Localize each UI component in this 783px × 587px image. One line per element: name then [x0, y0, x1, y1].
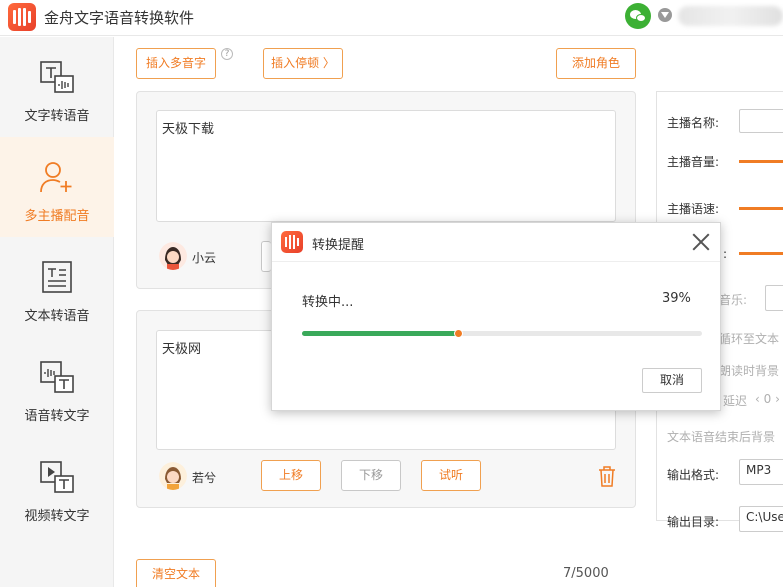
- sidebar-item-label: 语音转文字: [24, 409, 90, 424]
- app-logo-icon: [8, 3, 36, 31]
- char-counter: 7/5000: [563, 566, 609, 581]
- pitch-slider[interactable]: [739, 252, 783, 255]
- sidebar-item-video-to-text[interactable]: 视频转文字: [0, 437, 114, 537]
- cancel-button[interactable]: 取消: [642, 368, 702, 393]
- dialog-header: 转换提醒: [272, 223, 720, 262]
- anchor-speed-label: 主播语速:: [667, 202, 720, 216]
- insert-polyphone-button[interactable]: 插入多音字: [136, 48, 216, 79]
- sidebar-item-document-to-speech[interactable]: 文本转语音: [0, 237, 114, 337]
- bg-music-label: 音乐:: [719, 293, 748, 307]
- add-user-icon: [40, 162, 72, 193]
- close-icon[interactable]: [690, 231, 712, 253]
- anchor-name-input[interactable]: [739, 109, 783, 133]
- move-up-button[interactable]: 上移: [261, 460, 321, 491]
- sidebar-item-label: 文字转语音: [24, 109, 90, 124]
- progress-bar: [302, 329, 702, 338]
- help-icon[interactable]: ?: [221, 48, 233, 60]
- trash-icon[interactable]: [597, 465, 617, 487]
- conversion-dialog: 转换提醒 转换中... 39% 取消: [271, 222, 721, 411]
- vip-icon[interactable]: [658, 8, 672, 22]
- volume-slider[interactable]: [739, 160, 783, 163]
- sidebar-item-label: 文本转语音: [24, 309, 90, 324]
- document-icon: [42, 261, 72, 293]
- sidebar: 文字转语音 多主播配音 文本转语音 语音转文字 视频转文字: [0, 37, 114, 587]
- output-format-label: 输出格式:: [667, 468, 720, 482]
- video-to-text-icon: [40, 461, 74, 493]
- avatar[interactable]: [159, 462, 187, 490]
- segment-text-input[interactable]: 天极下载: [156, 110, 616, 222]
- anchor-volume-label: 主播音量:: [667, 155, 720, 169]
- anchor-name-label: 主播名称:: [667, 116, 720, 130]
- insert-pause-button[interactable]: 插入停顿 〉: [263, 48, 343, 79]
- output-dir-label: 输出目录:: [667, 515, 720, 529]
- read-bg-option[interactable]: 朗读时背景: [719, 362, 779, 379]
- move-down-button[interactable]: 下移: [341, 460, 401, 491]
- speaker-name: 若兮: [192, 471, 217, 485]
- add-role-button[interactable]: 添加角色: [556, 48, 636, 79]
- after-end-label: 文本语音结束后背景: [667, 430, 776, 444]
- wechat-icon[interactable]: [625, 3, 651, 29]
- speaker-name: 小云: [192, 251, 217, 265]
- sidebar-item-speech-to-text[interactable]: 语音转文字: [0, 337, 114, 437]
- sidebar-item-label: 多主播配音: [24, 209, 90, 224]
- title-bar: 金舟文字语音转换软件: [0, 0, 783, 36]
- bg-music-input[interactable]: [765, 285, 783, 311]
- speech-to-text-icon: [40, 361, 74, 393]
- app-logo-icon: [281, 231, 303, 253]
- sidebar-item-text-to-speech[interactable]: 文字转语音: [0, 37, 114, 137]
- progress-fill: [302, 331, 458, 336]
- output-dir-input[interactable]: C:\User: [739, 506, 783, 532]
- output-format-select[interactable]: MP3: [739, 459, 783, 485]
- clear-text-button[interactable]: 清空文本: [136, 559, 216, 587]
- delay-label: 延迟: [723, 394, 748, 408]
- pitch-label: :: [723, 247, 728, 261]
- progress-percent: 39%: [662, 291, 691, 306]
- preview-button[interactable]: 试听: [421, 460, 481, 491]
- dialog-title: 转换提醒: [312, 238, 365, 253]
- move-up-button[interactable]: [261, 241, 271, 272]
- user-account[interactable]: [678, 6, 783, 26]
- sidebar-item-multi-anchor[interactable]: 多主播配音: [0, 137, 114, 237]
- conversion-status: 转换中...: [302, 295, 354, 310]
- avatar[interactable]: [159, 242, 187, 270]
- loop-option[interactable]: 循环至文本: [719, 330, 779, 347]
- delay-stepper[interactable]: ‹ 0 ›: [755, 392, 780, 406]
- sidebar-item-label: 视频转文字: [24, 509, 90, 524]
- speed-slider[interactable]: [739, 207, 783, 210]
- text-to-speech-icon: [40, 61, 74, 93]
- app-title: 金舟文字语音转换软件: [44, 9, 195, 27]
- progress-knob: [454, 329, 463, 338]
